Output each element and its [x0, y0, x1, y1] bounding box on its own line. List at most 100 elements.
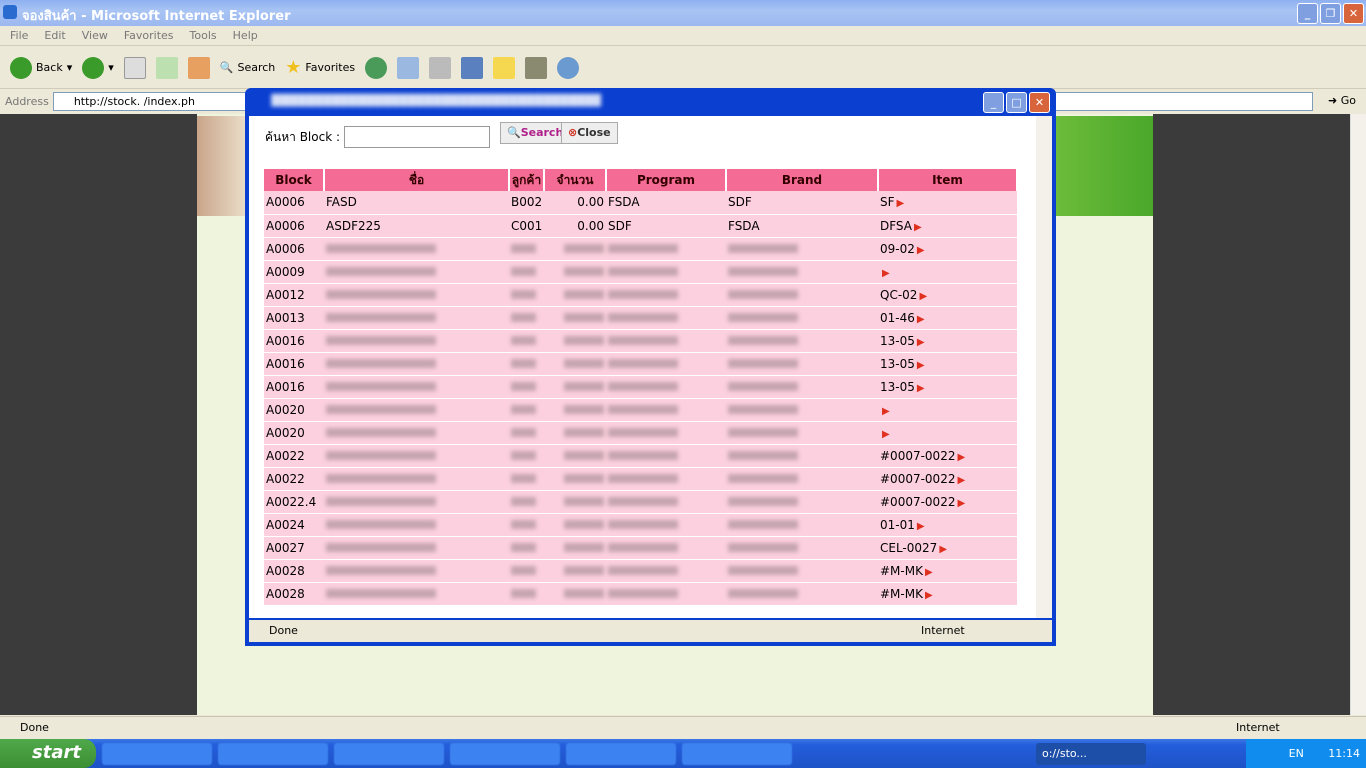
- cell-item[interactable]: 01-46 ▶: [878, 306, 1017, 330]
- menu-tools[interactable]: Tools: [190, 29, 217, 42]
- taskbar-item[interactable]: [450, 742, 560, 765]
- menu-view[interactable]: View: [82, 29, 108, 42]
- play-arrow-icon[interactable]: ▶: [925, 590, 933, 601]
- taskbar-item[interactable]: [218, 742, 328, 765]
- cell-item[interactable]: #0007-0022 ▶: [878, 490, 1017, 514]
- play-arrow-icon[interactable]: ▶: [917, 383, 925, 394]
- research-icon[interactable]: [525, 56, 548, 79]
- table-row[interactable]: A0016 13-05 ▶: [264, 352, 1017, 376]
- cell-item[interactable]: 13-05 ▶: [878, 329, 1017, 353]
- item-text: #0007-0022: [880, 448, 956, 463]
- cell-program-redacted: [606, 467, 726, 491]
- close-button[interactable]: ✕: [1343, 3, 1364, 24]
- search-block-button[interactable]: 🔍Search: [500, 122, 571, 144]
- cell-block: A0013: [264, 306, 324, 330]
- close-popup-button[interactable]: ⊗Close: [561, 122, 618, 144]
- taskbar-item[interactable]: [566, 742, 676, 765]
- back-button[interactable]: Back ▾: [10, 56, 72, 79]
- cell-item[interactable]: CEL-0027 ▶: [878, 536, 1017, 560]
- minimize-button[interactable]: _: [1297, 3, 1318, 24]
- table-row[interactable]: A0016 13-05 ▶: [264, 329, 1017, 353]
- cell-item[interactable]: ▶: [878, 398, 1017, 422]
- lang-indicator[interactable]: EN: [1289, 747, 1304, 760]
- play-arrow-icon[interactable]: ▶: [917, 314, 925, 325]
- play-arrow-icon[interactable]: ▶: [925, 567, 933, 578]
- favorites-button[interactable]: ★ Favorites: [285, 57, 355, 78]
- history-icon[interactable]: [365, 56, 388, 79]
- go-button[interactable]: ➜ Go: [1328, 94, 1356, 107]
- mail-icon[interactable]: [397, 56, 420, 79]
- table-row[interactable]: A0027 CEL-0027 ▶: [264, 536, 1017, 560]
- menu-help[interactable]: Help: [233, 29, 258, 42]
- table-row[interactable]: A0022 #0007-0022 ▶: [264, 444, 1017, 468]
- play-arrow-icon[interactable]: ▶: [897, 198, 905, 209]
- table-row[interactable]: A0006 09-02 ▶: [264, 237, 1017, 261]
- block-search-input[interactable]: [344, 126, 491, 148]
- menu-favorites[interactable]: Favorites: [124, 29, 174, 42]
- popup-minimize-button[interactable]: _: [983, 92, 1004, 113]
- table-row[interactable]: A0006 ASDF225 C001 0.00 SDF FSDA DFSA ▶: [264, 214, 1017, 238]
- table-row[interactable]: A0024 01-01 ▶: [264, 513, 1017, 537]
- table-row[interactable]: A0012 QC-02 ▶: [264, 283, 1017, 307]
- table-row[interactable]: A0013 01-46 ▶: [264, 306, 1017, 330]
- play-arrow-icon[interactable]: ▶: [917, 360, 925, 371]
- print-icon[interactable]: [429, 56, 452, 79]
- cell-item[interactable]: SF ▶: [878, 191, 1017, 215]
- play-arrow-icon[interactable]: ▶: [939, 544, 947, 555]
- table-row[interactable]: A0020 ▶: [264, 398, 1017, 422]
- popup-scrollbar[interactable]: [1036, 116, 1052, 618]
- table-row[interactable]: A0016 13-05 ▶: [264, 375, 1017, 399]
- cell-item[interactable]: #0007-0022 ▶: [878, 444, 1017, 468]
- play-arrow-icon[interactable]: ▶: [882, 268, 890, 279]
- cell-item[interactable]: #0007-0022 ▶: [878, 467, 1017, 491]
- home-icon[interactable]: [187, 56, 210, 79]
- cell-item[interactable]: 01-01 ▶: [878, 513, 1017, 537]
- stop-icon[interactable]: [123, 56, 146, 79]
- cell-item[interactable]: #M-MK ▶: [878, 559, 1017, 583]
- table-row[interactable]: A0022 #0007-0022 ▶: [264, 467, 1017, 491]
- cell-brand-redacted: [726, 421, 878, 445]
- table-row[interactable]: A0020 ▶: [264, 421, 1017, 445]
- play-arrow-icon[interactable]: ▶: [917, 521, 925, 532]
- table-row[interactable]: A0022.4 #0007-0022 ▶: [264, 490, 1017, 514]
- cell-item[interactable]: QC-02 ▶: [878, 283, 1017, 307]
- table-row[interactable]: A0028 #M-MK ▶: [264, 559, 1017, 583]
- play-arrow-icon[interactable]: ▶: [957, 498, 965, 509]
- cell-item[interactable]: DFSA ▶: [878, 214, 1017, 238]
- forward-button[interactable]: ▾: [82, 56, 114, 79]
- table-row[interactable]: A0028 #M-MK ▶: [264, 582, 1017, 606]
- cell-item[interactable]: 09-02 ▶: [878, 237, 1017, 261]
- edit-icon[interactable]: [461, 56, 484, 79]
- cell-item[interactable]: 13-05 ▶: [878, 375, 1017, 399]
- play-arrow-icon[interactable]: ▶: [917, 245, 925, 256]
- taskbar-item[interactable]: [102, 742, 212, 765]
- play-arrow-icon[interactable]: ▶: [919, 291, 927, 302]
- popup-maximize-button[interactable]: □: [1006, 92, 1027, 113]
- play-arrow-icon[interactable]: ▶: [882, 406, 890, 417]
- popup-close-button[interactable]: ✕: [1029, 92, 1050, 113]
- play-arrow-icon[interactable]: ▶: [957, 475, 965, 486]
- taskbar-item[interactable]: [682, 742, 792, 765]
- play-arrow-icon[interactable]: ▶: [957, 452, 965, 463]
- search-button[interactable]: 🔍 Search: [220, 61, 276, 74]
- taskbar-item[interactable]: [334, 742, 444, 765]
- taskbar-item-active[interactable]: o://sto...: [1036, 742, 1146, 765]
- page-scrollbar[interactable]: [1350, 114, 1366, 715]
- discuss-icon[interactable]: [493, 56, 516, 79]
- cell-item[interactable]: 13-05 ▶: [878, 352, 1017, 376]
- cell-item[interactable]: ▶: [878, 421, 1017, 445]
- cell-item[interactable]: #M-MK ▶: [878, 582, 1017, 606]
- play-arrow-icon[interactable]: ▶: [882, 429, 890, 440]
- start-button[interactable]: start: [0, 739, 96, 768]
- messenger-icon[interactable]: [557, 56, 580, 79]
- play-arrow-icon[interactable]: ▶: [917, 337, 925, 348]
- menu-edit[interactable]: Edit: [44, 29, 65, 42]
- cell-block: A0009: [264, 260, 324, 284]
- table-row[interactable]: A0006 FASD B002 0.00 FSDA SDF SF ▶: [264, 191, 1017, 215]
- cell-item[interactable]: ▶: [878, 260, 1017, 284]
- play-arrow-icon[interactable]: ▶: [914, 222, 922, 233]
- restore-button[interactable]: ❐: [1320, 3, 1341, 24]
- table-row[interactable]: A0009 ▶: [264, 260, 1017, 284]
- refresh-icon[interactable]: [155, 56, 178, 79]
- menu-file[interactable]: File: [10, 29, 28, 42]
